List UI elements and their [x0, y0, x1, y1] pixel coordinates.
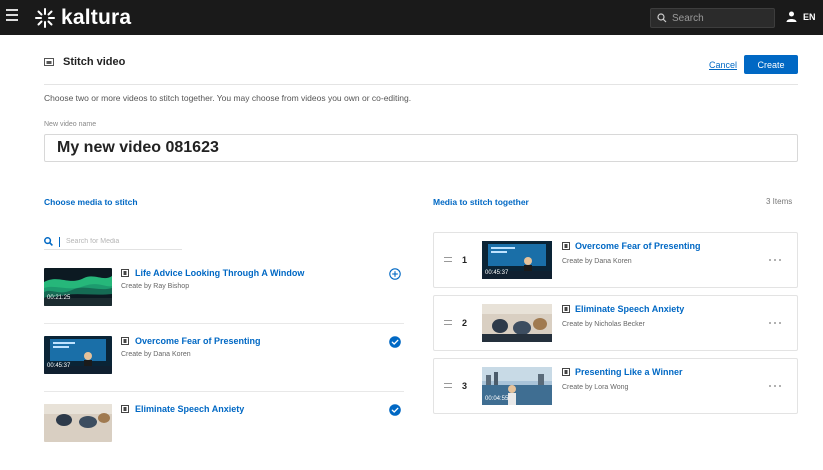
- media-duration: 00:45:37: [47, 363, 71, 369]
- media-list-item[interactable]: Eliminate Speech Anxiety: [44, 404, 404, 470]
- top-navigation-bar: kaltura EN: [0, 0, 823, 35]
- stitch-item-card[interactable]: 3 00:04:55 Presenting Like a Winner Crea…: [433, 358, 798, 414]
- user-icon[interactable]: [786, 11, 797, 22]
- page-header: Stitch video: [44, 56, 125, 68]
- media-duration: 00:45:37: [485, 270, 509, 276]
- more-options-icon[interactable]: [767, 383, 783, 389]
- instructions-text: Choose two or more videos to stitch toge…: [44, 93, 412, 103]
- choose-media-title: Choose media to stitch: [44, 197, 138, 207]
- list-divider: [44, 323, 404, 324]
- header-divider: [44, 84, 798, 85]
- video-icon: [121, 405, 129, 413]
- create-button[interactable]: Create: [744, 55, 798, 74]
- check-circle-icon[interactable]: [389, 404, 401, 416]
- search-caret: [59, 236, 60, 247]
- media-thumbnail: [44, 404, 112, 442]
- media-search[interactable]: [44, 234, 182, 250]
- media-creator: Create by Nicholas Becker: [562, 321, 645, 328]
- stitch-item-card[interactable]: 2 Eliminate Speech Anxiety Create by Nic…: [433, 295, 798, 351]
- video-name-input[interactable]: My new video 081623: [44, 134, 798, 162]
- items-count: 3 Items: [766, 197, 793, 206]
- stitch-together-title: Media to stitch together: [433, 197, 529, 207]
- global-search[interactable]: [650, 8, 775, 28]
- media-creator: Create by Lora Wong: [562, 384, 629, 391]
- video-icon: [121, 269, 129, 277]
- media-title[interactable]: Life Advice Looking Through A Window: [135, 268, 304, 278]
- cancel-link[interactable]: Cancel: [709, 60, 737, 70]
- kaltura-logo-icon: [35, 8, 55, 28]
- list-divider: [44, 391, 404, 392]
- media-creator: Create by Ray Bishop: [121, 283, 190, 290]
- stitch-item-card[interactable]: 1 00:45:37 Overcome Fear of Presenting C…: [433, 232, 798, 288]
- media-title[interactable]: Eliminate Speech Anxiety: [135, 404, 244, 414]
- page-title: Stitch video: [63, 56, 126, 68]
- stitch-order-number: 3: [462, 381, 468, 391]
- media-list-item[interactable]: 00:45:37 Overcome Fear of Presenting Cre…: [44, 336, 404, 402]
- search-icon: [44, 237, 53, 246]
- stitch-icon: [44, 57, 54, 66]
- media-title[interactable]: Overcome Fear of Presenting: [135, 336, 261, 346]
- kaltura-logo[interactable]: kaltura: [34, 6, 131, 30]
- video-icon: [121, 337, 129, 345]
- media-search-input[interactable]: [66, 238, 176, 245]
- drag-handle-icon[interactable]: [444, 383, 452, 389]
- search-icon: [657, 13, 667, 23]
- video-name-label: New video name: [44, 121, 97, 128]
- more-options-icon[interactable]: [767, 320, 783, 326]
- global-search-input[interactable]: [672, 12, 772, 24]
- media-duration: 00:04:55: [485, 396, 509, 402]
- drag-handle-icon[interactable]: [444, 320, 452, 326]
- drag-handle-icon[interactable]: [444, 257, 452, 263]
- stitch-order-number: 1: [462, 255, 468, 265]
- more-options-icon[interactable]: [767, 257, 783, 263]
- video-icon: [562, 305, 570, 313]
- media-list-item[interactable]: 00:21:25 Life Advice Looking Through A W…: [44, 268, 404, 334]
- language-selector[interactable]: EN: [803, 12, 816, 22]
- media-creator: Create by Dana Koren: [562, 258, 632, 265]
- media-duration: 00:21:25: [47, 295, 71, 301]
- media-title[interactable]: Presenting Like a Winner: [575, 367, 682, 377]
- media-creator: Create by Dana Koren: [121, 351, 191, 358]
- media-title[interactable]: Eliminate Speech Anxiety: [575, 304, 684, 314]
- video-icon: [562, 242, 570, 250]
- media-title[interactable]: Overcome Fear of Presenting: [575, 241, 701, 251]
- video-icon: [562, 368, 570, 376]
- logo-text: kaltura: [61, 6, 132, 29]
- stitch-order-number: 2: [462, 318, 468, 328]
- menu-icon[interactable]: [6, 9, 18, 21]
- media-thumbnail: [482, 304, 552, 342]
- check-circle-icon[interactable]: [389, 336, 401, 348]
- add-circle-icon[interactable]: [389, 268, 401, 280]
